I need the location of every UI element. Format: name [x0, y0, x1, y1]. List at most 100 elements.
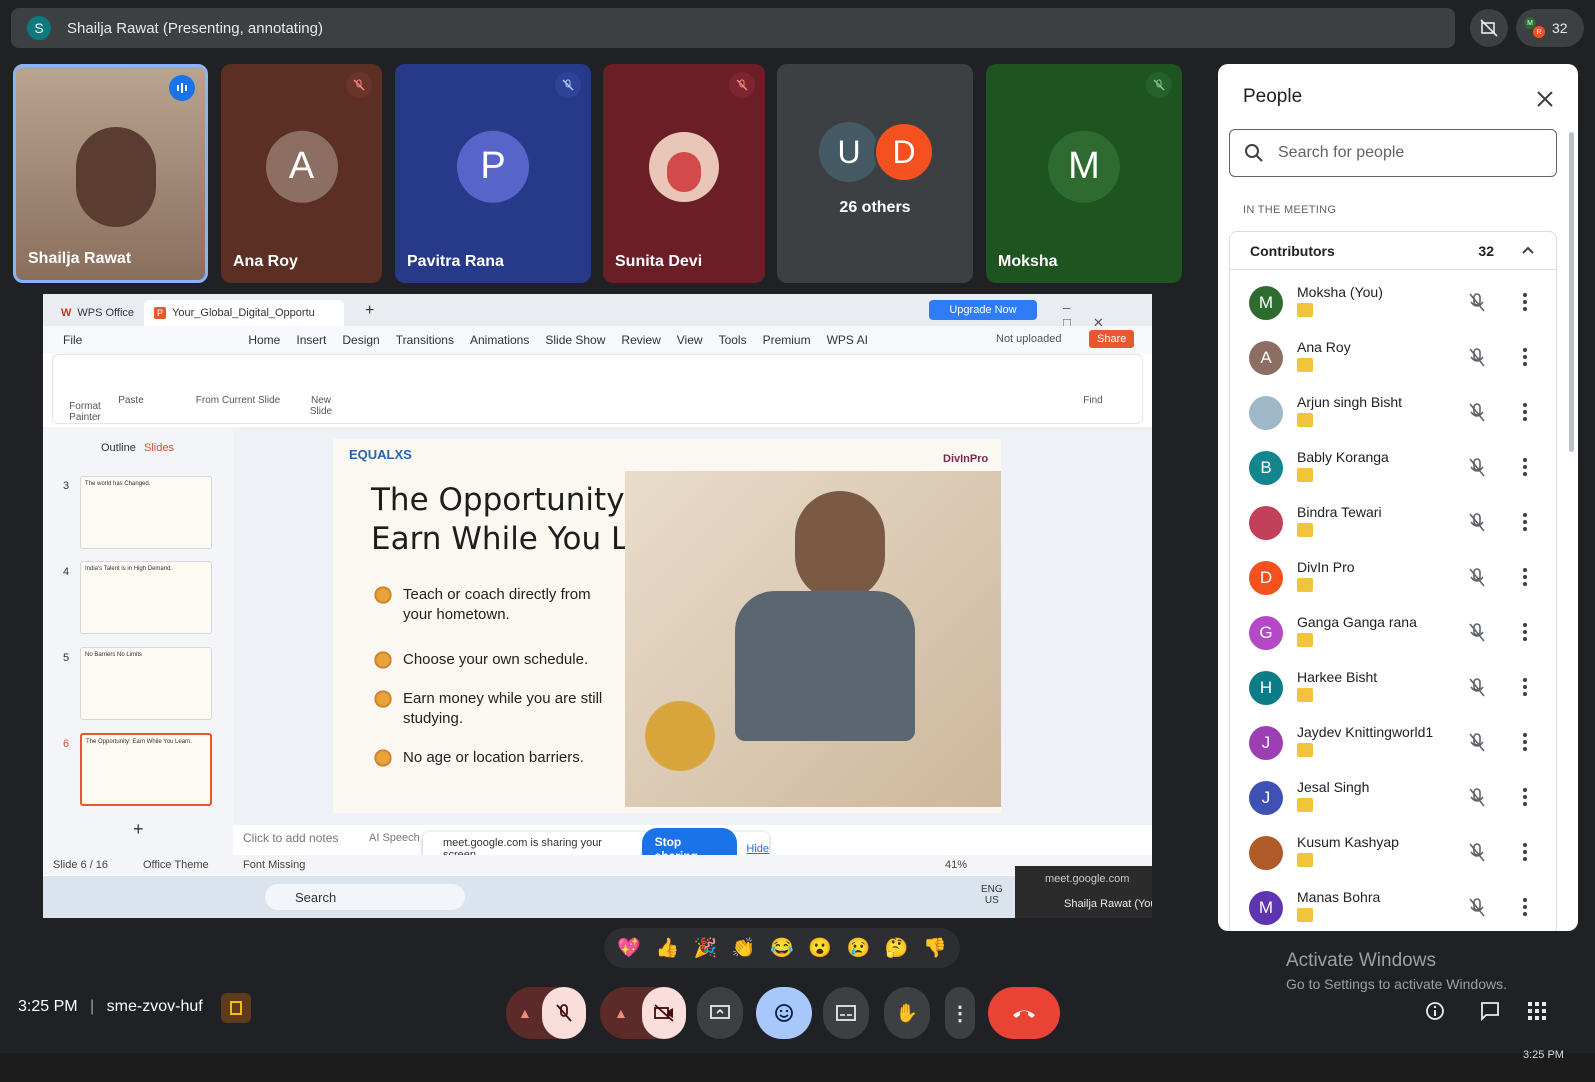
reaction-emoji[interactable]: 😂	[770, 936, 794, 960]
mic-off-icon[interactable]	[1467, 842, 1487, 864]
mic-off-icon[interactable]	[1467, 292, 1487, 314]
tile-shailja[interactable]: Shailja Rawat	[13, 64, 208, 283]
menu-animations[interactable]: Animations	[462, 333, 537, 347]
find-button[interactable]: Find	[1073, 395, 1113, 406]
menu-view[interactable]: View	[669, 333, 711, 347]
reaction-emoji[interactable]: 👍	[655, 936, 679, 960]
more-vert-icon[interactable]	[1522, 292, 1528, 312]
close-people-button[interactable]	[1530, 84, 1560, 114]
upgrade-button[interactable]: Upgrade Now	[929, 300, 1037, 320]
notes-placeholder[interactable]: Click to add notes	[243, 831, 338, 845]
mic-off-icon[interactable]	[1467, 732, 1487, 754]
participant-row[interactable]: Arjun singh Bisht	[1230, 386, 1556, 441]
menu-premium[interactable]: Premium	[755, 333, 819, 347]
menu-tools[interactable]: Tools	[711, 333, 755, 347]
menu-transitions[interactable]: Transitions	[388, 333, 462, 347]
more-vert-icon[interactable]	[1522, 622, 1528, 642]
hide-self-view-button[interactable]	[1470, 9, 1508, 47]
more-vert-icon[interactable]	[1522, 512, 1528, 532]
participant-row[interactable]: B Bably Koranga	[1230, 441, 1556, 496]
mic-off-icon[interactable]	[1467, 457, 1487, 479]
mic-off-icon[interactable]	[1467, 677, 1487, 699]
mic-off-icon[interactable]	[1467, 622, 1487, 644]
share-button[interactable]: Share	[1089, 330, 1135, 348]
taskbar-search[interactable]: Search	[265, 884, 465, 910]
new-tab-icon[interactable]: +	[365, 302, 374, 320]
tab-wps-office[interactable]: W WPS Office	[51, 300, 144, 326]
paste-button[interactable]: Paste	[111, 395, 151, 406]
menu-review[interactable]: Review	[613, 333, 668, 347]
from-current-slide-button[interactable]: From Current Slide	[183, 395, 293, 406]
meeting-details-button[interactable]	[1420, 996, 1450, 1026]
activities-button[interactable]	[1522, 996, 1552, 1026]
reaction-emoji[interactable]: 🤔	[885, 936, 909, 960]
slide-thumb-5[interactable]: No Barriers No Limits	[80, 647, 212, 720]
participant-row[interactable]: Bindra Tewari	[1230, 496, 1556, 551]
new-slide-button[interactable]: New Slide	[303, 395, 339, 417]
raise-hand-button[interactable]: ✋	[884, 987, 930, 1039]
participant-row[interactable]: M Manas Bohra	[1230, 881, 1556, 931]
participants-chip[interactable]: M R 32	[1516, 9, 1584, 47]
chat-button[interactable]	[1475, 996, 1505, 1026]
slide-thumb-6[interactable]: The Opportunity: Earn While You Learn.	[80, 733, 212, 806]
participant-row[interactable]: J Jesal Singh	[1230, 771, 1556, 826]
ai-speech-button[interactable]: AI Speech	[369, 832, 420, 844]
reaction-emoji[interactable]: 👎	[923, 936, 947, 960]
tile-ana[interactable]: A Ana Roy	[221, 64, 382, 283]
more-vert-icon[interactable]	[1522, 842, 1528, 862]
reaction-emoji[interactable]: 💖	[617, 936, 641, 960]
participant-row[interactable]: A Ana Roy	[1230, 331, 1556, 386]
more-vert-icon[interactable]	[1522, 457, 1528, 477]
menu-insert[interactable]: Insert	[288, 333, 334, 347]
contributors-header[interactable]: Contributors 32	[1230, 232, 1556, 270]
more-vert-icon[interactable]	[1522, 897, 1528, 917]
mic-off-icon[interactable]	[1467, 897, 1487, 919]
theme-label[interactable]: Office Theme	[143, 859, 209, 871]
more-options-button[interactable]: ⋮	[945, 987, 975, 1039]
font-missing-label[interactable]: Font Missing	[243, 859, 305, 871]
more-vert-icon[interactable]	[1522, 402, 1528, 422]
add-slide-icon[interactable]: +	[133, 819, 144, 840]
leave-call-button[interactable]	[988, 987, 1060, 1039]
taskbar-preview-popup[interactable]: meet.google.com Shailja Rawat (You	[1015, 866, 1152, 918]
camera-options-chevron-icon[interactable]: ▲	[614, 1005, 628, 1021]
tile-pavitra[interactable]: P Pavitra Rana	[395, 64, 591, 283]
menu-design[interactable]: Design	[334, 333, 387, 347]
zoom-level[interactable]: 41%	[945, 859, 967, 871]
participant-row[interactable]: Kusum Kashyap	[1230, 826, 1556, 881]
search-input[interactable]	[1278, 144, 1528, 162]
people-search[interactable]	[1229, 129, 1557, 177]
slide-thumb-4[interactable]: India's Talent is in High Demand.	[80, 561, 212, 634]
reaction-emoji[interactable]: 👏	[732, 936, 756, 960]
more-vert-icon[interactable]	[1522, 677, 1528, 697]
not-uploaded-status[interactable]: Not uploaded	[996, 333, 1061, 345]
hide-button[interactable]: Hide	[746, 843, 769, 855]
slide-thumb-3[interactable]: The world has Changed.	[80, 476, 212, 549]
tab-slides[interactable]: Slides	[144, 442, 174, 454]
scrollbar[interactable]	[1569, 132, 1574, 452]
reaction-emoji[interactable]: 😢	[847, 936, 871, 960]
tab-document[interactable]: P Your_Global_Digital_Opportu	[144, 300, 345, 326]
tab-outline[interactable]: Outline	[101, 442, 136, 454]
participant-row[interactable]: M Moksha (You)	[1230, 276, 1556, 331]
mic-off-icon[interactable]	[1467, 347, 1487, 369]
more-vert-icon[interactable]	[1522, 787, 1528, 807]
mic-off-icon[interactable]	[1467, 512, 1487, 534]
tile-moksha[interactable]: M Moksha	[986, 64, 1182, 283]
mic-toggle-button[interactable]	[542, 987, 586, 1039]
mic-off-icon[interactable]	[1467, 787, 1487, 809]
reaction-emoji[interactable]: 🎉	[694, 936, 718, 960]
mic-off-icon[interactable]	[1467, 402, 1487, 424]
reaction-emoji[interactable]: 😮	[808, 936, 832, 960]
menu-file[interactable]: File	[55, 333, 90, 347]
mic-off-icon[interactable]	[1467, 567, 1487, 589]
more-vert-icon[interactable]	[1522, 567, 1528, 587]
camera-toggle-button[interactable]	[642, 987, 686, 1039]
tile-others[interactable]: U D 26 others	[777, 64, 973, 283]
participant-row[interactable]: H Harkee Bisht	[1230, 661, 1556, 716]
menu-home[interactable]: Home	[240, 333, 288, 347]
menu-wps-ai[interactable]: WPS AI	[819, 333, 876, 347]
participant-row[interactable]: J Jaydev Knittingworld1	[1230, 716, 1556, 771]
format-painter-button[interactable]: Format Painter	[63, 401, 107, 423]
language-indicator[interactable]: ENG US	[981, 884, 1003, 906]
